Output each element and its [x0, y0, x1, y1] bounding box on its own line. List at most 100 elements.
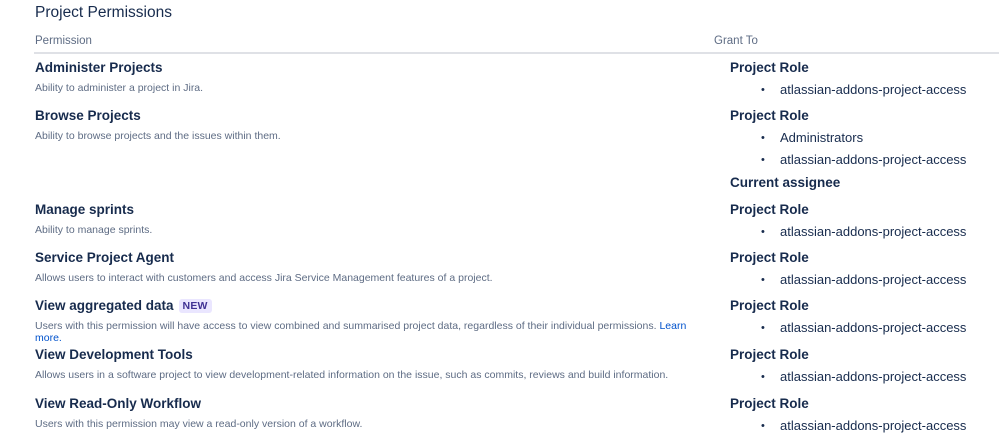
grant-to-cell: Project Role • atlassian-addons-project-ac…: [730, 59, 995, 98]
grant-type: Project Role: [730, 60, 809, 75]
grant-member-list: • atlassian-addons-project-access: [730, 224, 995, 240]
permission-description: Users with this permission may view a re…: [35, 418, 715, 430]
grant-member-list: • atlassian-addons-project-access: [730, 418, 995, 434]
new-badge: NEW: [178, 298, 212, 313]
permission-name: Service Project Agent: [35, 249, 715, 266]
permission-description: Ability to browse projects and the issue…: [35, 130, 715, 142]
bullet-icon: •: [761, 84, 765, 96]
permission-description-text: Ability to browse projects and the issue…: [35, 130, 281, 142]
grant-member: • atlassian-addons-project-access: [730, 224, 995, 240]
permission-name-label: View Read-Only Workflow: [35, 396, 202, 411]
bullet-icon: •: [761, 322, 765, 334]
grant-member: • atlassian-addons-project-access: [730, 152, 995, 168]
grant-member-label: atlassian-addons-project-access: [780, 418, 967, 433]
grant-to-cell: Project Role • atlassian-addons-project-ac…: [730, 395, 995, 434]
grant-member: • atlassian-addons-project-access: [730, 272, 995, 288]
grant-member: • Administrators: [730, 130, 995, 146]
permission-description: Ability to administer a project in Jira.: [35, 82, 715, 94]
permission-cell: View Read-Only Workflow Users with this p…: [35, 395, 715, 430]
permission-description: Ability to manage sprints.: [35, 224, 715, 236]
bullet-icon: •: [761, 226, 765, 238]
permission-name-label: Service Project Agent: [35, 250, 175, 265]
grant-member: • atlassian-addons-project-access: [730, 320, 995, 336]
grant-type: Project Role: [730, 250, 809, 265]
permission-name: Administer Projects: [35, 59, 715, 76]
grant-to-cell: Project Role • atlassian-addons-project-ac…: [730, 297, 995, 336]
permission-name: View Read-Only Workflow: [35, 395, 715, 412]
grant-member-list: • atlassian-addons-project-access: [730, 320, 995, 336]
table-row: Browse Projects Ability to browse project…: [0, 102, 999, 196]
permission-description-text: Ability to administer a project in Jira.: [35, 82, 204, 94]
permission-name: View Development Tools: [35, 346, 715, 363]
grant-member-label: atlassian-addons-project-access: [780, 224, 967, 239]
column-header-permission: Permission: [35, 35, 92, 47]
permission-description-text: Users with this permission will have acc…: [35, 320, 657, 332]
permission-name-label: Manage sprints: [35, 202, 135, 217]
grant-member-label: atlassian-addons-project-access: [780, 320, 967, 335]
page-title: Project Permissions: [35, 4, 172, 21]
table-row: View Development Tools Allows users in a …: [0, 341, 999, 390]
permission-name: View aggregated data NEW: [35, 297, 715, 314]
permission-cell: View aggregated data NEW Users with this p…: [35, 297, 715, 344]
bullet-icon: •: [761, 371, 765, 383]
grant-group: Project Role • atlassian-addons-project-ac…: [730, 395, 995, 434]
grant-to-cell: Project Role • Administrators • atlassian-ad…: [730, 107, 995, 191]
permission-cell: Service Project Agent Allows users to int…: [35, 249, 715, 284]
grant-to-cell: Project Role • atlassian-addons-project-ac…: [730, 201, 995, 240]
grant-member-list: • Administrators • atlassian-addons-project…: [730, 130, 995, 168]
table-row: View aggregated data NEW Users with this p…: [0, 292, 999, 344]
permission-description-text: Allows users to interact with customers …: [35, 272, 493, 284]
permissions-table: Administer Projects Ability to administer…: [0, 54, 999, 439]
permission-name-label: Administer Projects: [35, 60, 163, 75]
permission-name: Manage sprints: [35, 201, 715, 218]
grant-member-label: atlassian-addons-project-access: [780, 369, 967, 384]
bullet-icon: •: [761, 274, 765, 286]
permission-name-label: Browse Projects: [35, 108, 141, 123]
grant-group: Project Role • atlassian-addons-project-ac…: [730, 297, 995, 336]
permission-description: Allows users in a software project to vi…: [35, 369, 715, 381]
grant-member: • atlassian-addons-project-access: [730, 369, 995, 385]
grant-type: Project Role: [730, 396, 809, 411]
permission-cell: View Development Tools Allows users in a …: [35, 346, 715, 381]
grant-group: Project Role • Administrators • atlassian-ad…: [730, 107, 995, 168]
permission-name-label: View Development Tools: [35, 347, 193, 362]
grant-type: Project Role: [730, 202, 809, 217]
bullet-icon: •: [761, 420, 765, 432]
grant-member-list: • atlassian-addons-project-access: [730, 82, 995, 98]
permission-description: Allows users to interact with customers …: [35, 272, 715, 284]
grant-member-label: atlassian-addons-project-access: [780, 272, 967, 287]
permission-cell: Browse Projects Ability to browse project…: [35, 107, 715, 142]
grant-member-label: atlassian-addons-project-access: [780, 82, 967, 97]
grant-type: Current assignee: [730, 175, 841, 190]
permission-name-label: View aggregated data: [35, 298, 174, 313]
grant-member-list: • atlassian-addons-project-access: [730, 272, 995, 288]
permission-cell: Administer Projects Ability to administer…: [35, 59, 715, 94]
grant-member: • atlassian-addons-project-access: [730, 418, 995, 434]
permission-cell: Manage sprints Ability to manage sprints.: [35, 201, 715, 236]
permission-description-text: Users with this permission may view a re…: [35, 418, 363, 430]
bullet-icon: •: [761, 154, 765, 166]
grant-group: Project Role • atlassian-addons-project-ac…: [730, 59, 995, 98]
grant-to-cell: Project Role • atlassian-addons-project-ac…: [730, 346, 995, 385]
permission-description-text: Allows users in a software project to vi…: [35, 369, 669, 381]
grant-group: Project Role • atlassian-addons-project-ac…: [730, 201, 995, 240]
grant-member: • atlassian-addons-project-access: [730, 82, 995, 98]
grant-member-label: Administrators: [780, 130, 864, 145]
table-row: Administer Projects Ability to administer…: [0, 54, 999, 102]
grant-group: Project Role • atlassian-addons-project-ac…: [730, 346, 995, 385]
permission-name: Browse Projects: [35, 107, 715, 124]
table-row: Manage sprints Ability to manage sprints.…: [0, 196, 999, 244]
grant-type: Project Role: [730, 108, 809, 123]
table-row: Service Project Agent Allows users to int…: [0, 244, 999, 292]
permission-description-text: Ability to manage sprints.: [35, 224, 153, 236]
grant-to-cell: Project Role • atlassian-addons-project-ac…: [730, 249, 995, 288]
grant-group: Current assignee: [730, 174, 995, 191]
table-row: View Read-Only Workflow Users with this p…: [0, 390, 999, 439]
grant-type: Project Role: [730, 347, 809, 362]
grant-type: Project Role: [730, 298, 809, 313]
column-header-grant-to: Grant To: [714, 35, 758, 47]
bullet-icon: •: [761, 132, 765, 144]
grant-member-list: • atlassian-addons-project-access: [730, 369, 995, 385]
grant-group: Project Role • atlassian-addons-project-ac…: [730, 249, 995, 288]
grant-member-label: atlassian-addons-project-access: [780, 152, 967, 167]
